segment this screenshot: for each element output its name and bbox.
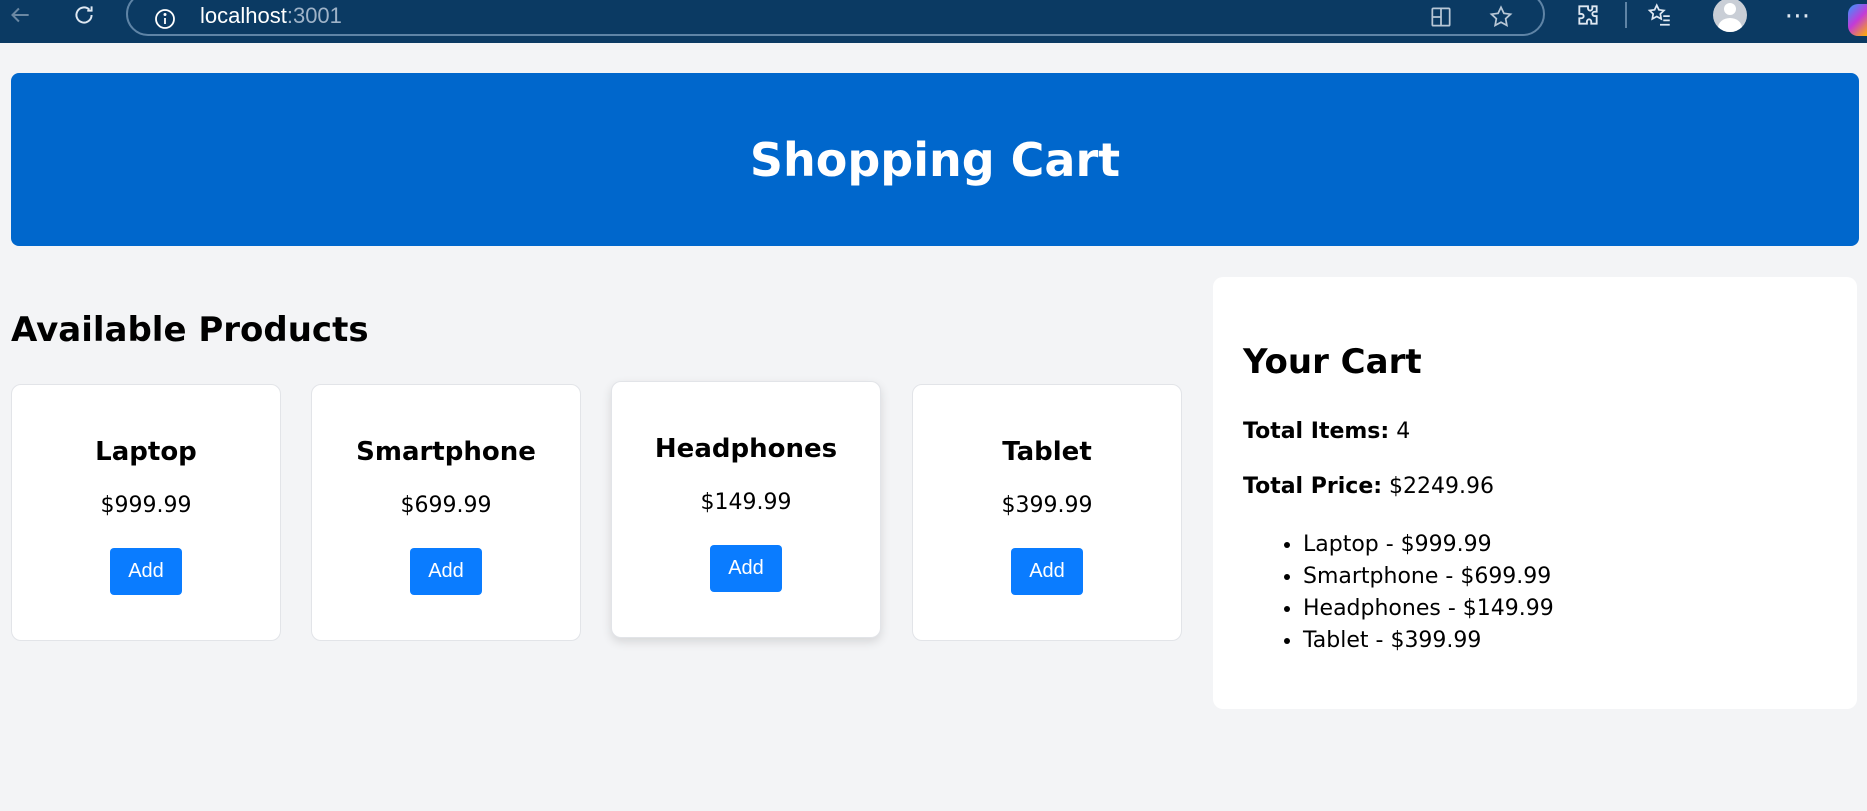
cart-item: Tablet - $399.99 bbox=[1303, 625, 1554, 657]
cart-item: Smartphone - $699.99 bbox=[1303, 561, 1554, 593]
url-port: :3001 bbox=[286, 3, 342, 28]
header-banner: Shopping Cart bbox=[11, 73, 1859, 246]
cart-title: Your Cart bbox=[1243, 342, 1422, 382]
url-host: localhost bbox=[200, 3, 287, 28]
cart-item-list: Laptop - $999.99 Smartphone - $699.99 He… bbox=[1303, 529, 1554, 657]
toolbar-divider bbox=[1625, 2, 1627, 28]
cart-panel: Your Cart Total Items: 4 Total Price: $2… bbox=[1213, 277, 1857, 709]
cart-item: Laptop - $999.99 bbox=[1303, 529, 1554, 561]
add-tablet-button[interactable]: Add bbox=[1011, 548, 1083, 595]
product-price: $699.99 bbox=[400, 493, 492, 518]
product-card-smartphone: Smartphone $699.99 Add bbox=[311, 384, 581, 641]
extensions-icon[interactable] bbox=[1568, 0, 1608, 30]
product-card-tablet: Tablet $399.99 Add bbox=[912, 384, 1182, 641]
product-price: $399.99 bbox=[1001, 493, 1093, 518]
profile-avatar-icon[interactable] bbox=[1710, 0, 1750, 32]
total-price-value: $2249.96 bbox=[1389, 474, 1495, 499]
cart-item: Headphones - $149.99 bbox=[1303, 593, 1554, 625]
product-card-laptop: Laptop $999.99 Add bbox=[11, 384, 281, 641]
total-price: Total Price: $2249.96 bbox=[1243, 474, 1494, 499]
browser-toolbar: localhost:3001 ⋯ bbox=[0, 0, 1867, 43]
address-bar[interactable]: localhost:3001 bbox=[126, 0, 1545, 36]
add-laptop-button[interactable]: Add bbox=[110, 548, 182, 595]
product-name: Headphones bbox=[654, 434, 838, 464]
reload-icon[interactable] bbox=[64, 0, 104, 30]
product-card-headphones: Headphones $149.99 Add bbox=[611, 381, 881, 638]
copilot-icon[interactable] bbox=[1848, 4, 1867, 36]
product-price: $149.99 bbox=[700, 490, 792, 515]
site-info-icon[interactable] bbox=[152, 6, 178, 32]
more-options-icon[interactable]: ⋯ bbox=[1778, 0, 1818, 30]
total-price-label: Total Price: bbox=[1243, 474, 1383, 499]
page-title: Shopping Cart bbox=[749, 132, 1121, 187]
product-price: $999.99 bbox=[100, 493, 192, 518]
available-products-heading: Available Products bbox=[11, 310, 369, 350]
total-items-value: 4 bbox=[1396, 419, 1411, 444]
total-items-label: Total Items: bbox=[1243, 419, 1390, 444]
add-smartphone-button[interactable]: Add bbox=[410, 548, 482, 595]
product-name: Laptop bbox=[95, 437, 197, 467]
favorite-star-icon[interactable] bbox=[1488, 4, 1514, 35]
product-name: Smartphone bbox=[356, 437, 536, 467]
total-items: Total Items: 4 bbox=[1243, 419, 1410, 444]
split-screen-icon[interactable] bbox=[1428, 4, 1454, 35]
favorites-list-icon[interactable] bbox=[1640, 0, 1680, 30]
url-text: localhost:3001 bbox=[200, 5, 342, 27]
add-headphones-button[interactable]: Add bbox=[710, 545, 782, 592]
back-arrow-icon[interactable] bbox=[0, 0, 40, 30]
product-name: Tablet bbox=[1002, 437, 1092, 467]
